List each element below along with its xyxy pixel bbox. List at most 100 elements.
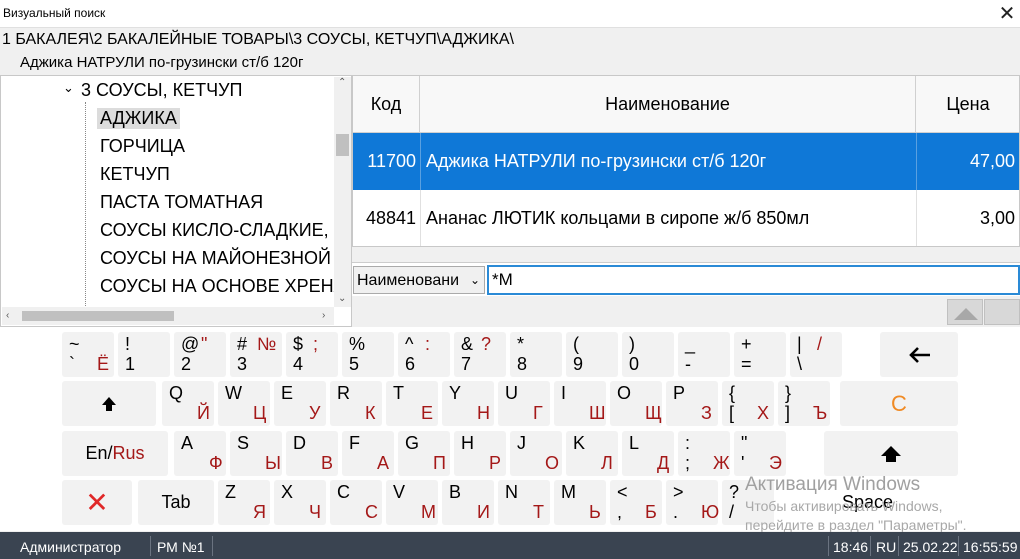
key[interactable]: <, Б — [610, 480, 662, 525]
key[interactable]: FА — [342, 431, 394, 476]
page-up-button[interactable] — [947, 299, 983, 325]
key[interactable]: ZЯ — [218, 480, 270, 525]
key[interactable]: CС — [330, 480, 382, 525]
key-char: Y — [449, 383, 462, 403]
key[interactable]: KЛ — [566, 431, 618, 476]
key[interactable]: _ - — [678, 332, 730, 377]
key[interactable]: NТ — [498, 480, 550, 525]
key-char: R — [337, 383, 350, 403]
key-char: B — [449, 482, 462, 502]
key[interactable]: XЧ — [274, 480, 326, 525]
scroll-thumb[interactable] — [22, 311, 174, 321]
category-tree[interactable]: ⌄ 3 СОУСЫ, КЕТЧУП АДЖИКА ГОРЧИЦА КЕТЧУП … — [0, 75, 352, 327]
key[interactable]: EУ — [274, 381, 326, 426]
key[interactable]: LД — [622, 431, 674, 476]
key-char: W — [225, 383, 242, 403]
tree-node[interactable]: СОУСЫ КИСЛО-СЛАДКИЕ, — [100, 220, 329, 241]
tree-node-parent[interactable]: 3 СОУСЫ, КЕТЧУП — [81, 80, 242, 101]
column-header-name[interactable]: Наименование — [420, 76, 916, 133]
key[interactable]: }] Ъ — [778, 381, 830, 426]
key-char-cyrillic: Б — [645, 502, 657, 522]
key[interactable]: PЗ — [666, 381, 718, 426]
key-char-cyrillic: В — [321, 453, 334, 473]
key[interactable]: OЩ — [610, 381, 662, 426]
key[interactable]: % 5 — [342, 332, 394, 377]
key[interactable]: JО — [510, 431, 562, 476]
enter-button[interactable] — [824, 431, 958, 476]
divider — [150, 536, 151, 556]
tree-node-selected[interactable]: АДЖИКА — [97, 108, 180, 129]
tree-node[interactable]: КЕТЧУП — [100, 164, 170, 185]
scroll-thumb[interactable] — [336, 134, 349, 156]
table-row-selected[interactable]: 11700 Аджика НАТРУЛИ по-грузински ст/б 1… — [353, 133, 1019, 190]
key[interactable]: @2 " — [174, 332, 226, 377]
tree-node[interactable]: СОУСЫ НА ОСНОВЕ ХРЕНА — [100, 276, 346, 297]
backspace-button[interactable] — [880, 332, 958, 377]
key[interactable]: QЙ — [162, 381, 214, 426]
shift-button[interactable] — [62, 381, 156, 426]
key[interactable]: :; Ж — [678, 431, 730, 476]
key-char: ` — [69, 354, 75, 374]
tab-label: Tab — [161, 492, 191, 512]
tree-node[interactable]: СОУСЫ НА МАЙОНЕЗНОЙ — [100, 248, 331, 269]
close-icon[interactable]: ✕ — [994, 1, 1020, 27]
key-char-cyrillic: Я — [253, 502, 266, 522]
key[interactable]: (9 — [566, 332, 618, 377]
tree-node[interactable]: ГОРЧИЦА — [100, 136, 185, 157]
key[interactable]: IШ — [554, 381, 606, 426]
key-char: ~ — [69, 334, 80, 354]
key[interactable]: #3 № — [230, 332, 282, 377]
key[interactable]: + = — [734, 332, 786, 377]
key[interactable]: | \ / — [790, 332, 842, 377]
key[interactable]: RК — [330, 381, 382, 426]
selected-item-name: Аджика НАТРУЛИ по-грузински ст/б 120г — [20, 54, 304, 71]
scroll-right-icon[interactable]: › — [322, 310, 325, 321]
key[interactable]: MЬ — [554, 480, 606, 525]
key[interactable]: AФ — [174, 431, 226, 476]
tab-button[interactable]: Tab — [138, 480, 214, 525]
tree-horizontal-scrollbar[interactable]: ‹ › — [2, 307, 334, 325]
key[interactable]: UГ — [498, 381, 550, 426]
key[interactable]: WЦ — [218, 381, 270, 426]
key[interactable]: & 7? — [454, 332, 506, 377]
key[interactable]: ~ ` Ё — [62, 332, 114, 377]
key[interactable]: ! 1 — [118, 332, 170, 377]
key-char-cyrillic: Р — [489, 453, 502, 473]
key[interactable]: * 8 — [510, 332, 562, 377]
tree-node[interactable]: ПАСТА ТОМАТНАЯ — [100, 192, 263, 213]
key[interactable]: DВ — [286, 431, 338, 476]
key-char: Q — [169, 383, 184, 403]
key[interactable]: GП — [398, 431, 450, 476]
key[interactable]: ^ 6: — [398, 332, 450, 377]
key-char: S — [237, 433, 250, 453]
products-grid[interactable]: Код Наименование Цена 11700 Аджика НАТРУ… — [352, 75, 1020, 247]
key[interactable]: " ' Э — [734, 431, 786, 476]
key[interactable]: HР — [454, 431, 506, 476]
close-keyboard-button[interactable]: ✕ — [62, 480, 132, 525]
tree-vertical-scrollbar[interactable]: ⌃ ⌄ — [334, 77, 351, 307]
key-char-cyrillic: Ю — [701, 502, 720, 522]
page-down-button[interactable] — [984, 299, 1020, 325]
key[interactable]: $4; — [286, 332, 338, 377]
key[interactable]: ) 0 — [622, 332, 674, 377]
key[interactable]: {[Х — [722, 381, 774, 426]
key-char-cyrillic: А — [377, 453, 390, 473]
filter-field-select[interactable]: Наименовани ⌄ — [353, 266, 485, 294]
language-switch-button[interactable]: En/Rus — [62, 431, 168, 476]
key[interactable]: TЕ — [386, 381, 438, 426]
scroll-down-icon[interactable]: ⌄ — [338, 293, 346, 304]
chevron-down-icon[interactable]: ⌄ — [63, 80, 74, 96]
key[interactable]: VМ — [386, 480, 438, 525]
scroll-up-icon[interactable]: ⌃ — [338, 77, 346, 88]
key[interactable]: YН — [442, 381, 494, 426]
key[interactable]: >. Ю — [666, 480, 720, 525]
table-row[interactable]: 48841 Ананас ЛЮТИК кольцами в сиропе ж/б… — [353, 190, 1019, 246]
column-header-price[interactable]: Цена — [916, 76, 1019, 133]
scroll-left-icon[interactable]: ‹ — [6, 310, 9, 321]
enter-icon — [824, 431, 958, 476]
filter-input[interactable] — [487, 265, 1020, 295]
key[interactable]: BИ — [442, 480, 494, 525]
column-header-code[interactable]: Код — [353, 76, 420, 133]
clear-button[interactable]: C — [840, 381, 958, 426]
key[interactable]: SЫ — [230, 431, 282, 476]
